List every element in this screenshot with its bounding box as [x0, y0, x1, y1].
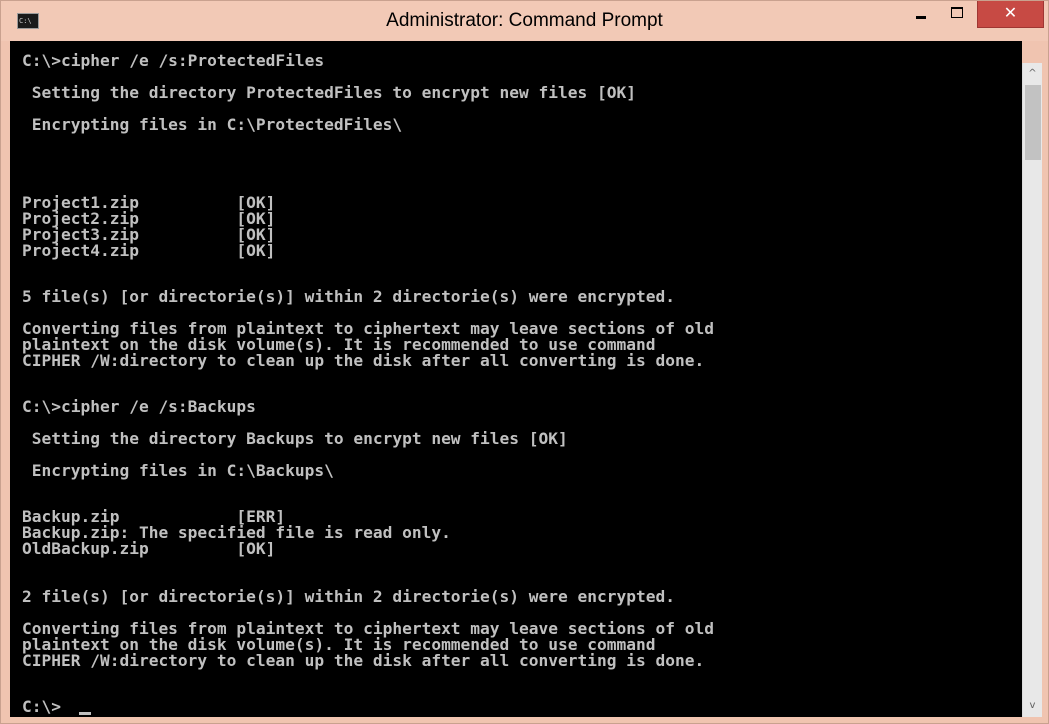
minimize-button[interactable] — [905, 1, 937, 28]
vertical-scrollbar[interactable]: ^ v — [1022, 63, 1042, 717]
minimize-icon — [916, 16, 926, 19]
scroll-down-arrow-icon[interactable]: v — [1023, 697, 1042, 715]
command-prompt-window: C:\ Administrator: Command Prompt ✕ C:\>… — [0, 0, 1049, 724]
close-icon: ✕ — [1003, 3, 1018, 22]
maximize-button[interactable] — [941, 1, 973, 28]
maximize-icon — [951, 7, 963, 18]
console-prompt: C:\> — [22, 697, 61, 716]
title-bar[interactable]: C:\ Administrator: Command Prompt ✕ — [1, 1, 1048, 41]
console-line: Setting the directory Backups to encrypt… — [22, 429, 568, 448]
close-button[interactable]: ✕ — [977, 1, 1044, 28]
scroll-up-arrow-icon[interactable]: ^ — [1023, 65, 1042, 83]
console-line: C:\>cipher /e /s:Backups — [22, 397, 256, 416]
console-line: Encrypting files in C:\Backups\ — [22, 461, 334, 480]
window-title: Administrator: Command Prompt — [386, 10, 663, 31]
text-cursor — [79, 712, 91, 715]
console-line: Encrypting files in C:\ProtectedFiles\ — [22, 115, 403, 134]
console-line: CIPHER /W:directory to clean up the disk… — [22, 351, 705, 370]
console-line: Setting the directory ProtectedFiles to … — [22, 83, 636, 102]
console-line: 2 file(s) [or directorie(s)] within 2 di… — [22, 587, 675, 606]
console-line: CIPHER /W:directory to clean up the disk… — [22, 651, 705, 670]
scrollbar-thumb[interactable] — [1025, 85, 1041, 160]
console-line: Project4.zip [OK] — [22, 241, 276, 260]
console-line: 5 file(s) [or directorie(s)] within 2 di… — [22, 287, 675, 306]
console-line: OldBackup.zip [OK] — [22, 539, 276, 558]
console-line: C:\>cipher /e /s:ProtectedFiles — [22, 51, 325, 70]
console-output[interactable]: C:\>cipher /e /s:ProtectedFiles Setting … — [10, 41, 1022, 717]
